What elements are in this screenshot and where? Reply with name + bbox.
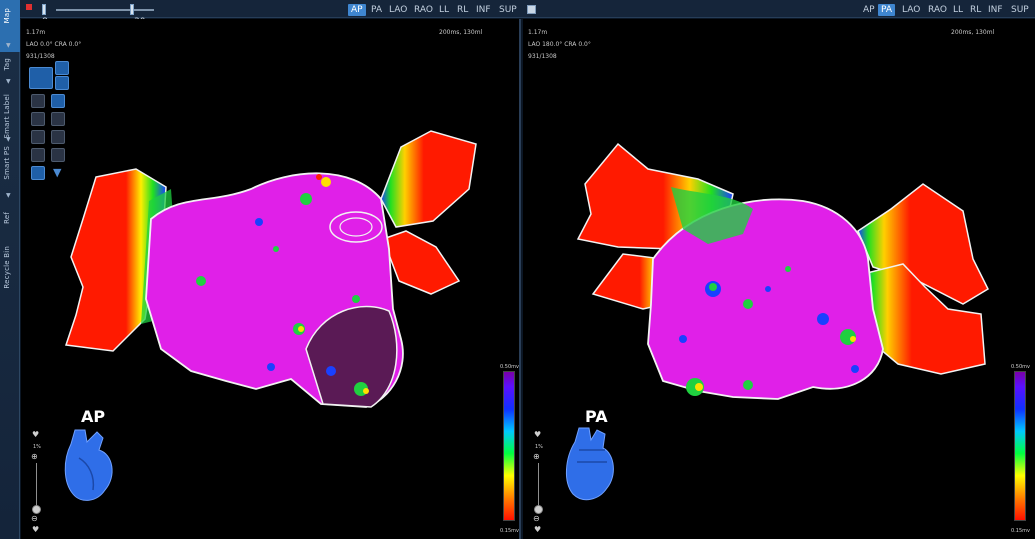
zoom-in-icon[interactable]: ⊕ [31,453,38,461]
sidebar-tab-smart-label[interactable]: Smart Label ▼ [0,92,20,143]
view-button-pa[interactable]: PA [878,4,896,16]
scale-min-label: 0.15mv [500,528,519,534]
chevron-down-icon: ▼ [6,78,11,85]
zoom-out-icon[interactable]: ⊖ [533,515,540,523]
sidebar-tab-map[interactable]: Map ▼ [0,0,20,52]
chevron-down-icon[interactable]: ▼ [53,166,61,179]
scale-max-label: 0.50mv [500,364,519,370]
sidebar-tab-label: Tag [3,58,11,71]
view-button-ap[interactable]: AP [348,4,366,16]
left-sidebar: Map ▼ Tag ▼ Smart Label ▼ Smart PS ▼ Ref… [0,0,20,539]
voltage-color-bar [503,371,515,521]
heart-orientation-icon[interactable] [59,424,119,504]
catheter-tool[interactable] [51,94,65,108]
view-button-lao[interactable]: LAO [899,4,923,16]
refresh-tool[interactable] [55,76,69,90]
threshold-slider[interactable] [56,9,154,11]
pen-tool[interactable] [51,112,65,126]
fill-tool[interactable] [51,148,65,162]
sidebar-tab-recycle-bin[interactable]: Recycle Bin [0,244,20,294]
view-button-ll[interactable]: LL [950,4,966,16]
map-display-tool[interactable] [29,67,53,89]
point-size-tool[interactable] [31,94,45,108]
heart-icon: ♥ [534,430,542,439]
view-button-pa[interactable]: PA [368,4,385,16]
chevron-down-icon: ▼ [6,42,11,49]
slider-max-handle[interactable] [130,4,134,15]
scale-min-label: 0.15mv [1011,528,1030,534]
rotate-tool[interactable] [55,61,69,75]
voltage-color-bar [1014,371,1026,521]
select-tool[interactable] [31,166,45,180]
zoom-knob[interactable] [32,505,41,514]
sidebar-tab-label: Smart PS [3,146,11,180]
zoom-in-icon[interactable]: ⊕ [533,453,540,461]
chevron-down-icon: ▼ [6,192,11,199]
zoom-percent: 1% [535,444,543,450]
annotate-tool[interactable] [31,112,45,126]
view-button-sup[interactable]: SUP [1008,4,1032,16]
mapping-app: Map ▼ Tag ▼ Smart Label ▼ Smart PS ▼ Ref… [0,0,1035,539]
top-toolbar: 8 30 AP PA LAO RAO LL RL INF SUP AP PA L… [20,0,1035,27]
map-viewport-right[interactable]: 1.17m LAO 180.0° CRA 0.0° 931/1308 200ms… [523,19,1035,539]
sidebar-tab-label: Map [3,8,11,24]
toggle-tool[interactable] [51,130,65,144]
close-icon[interactable] [26,4,32,10]
zoom-percent: 1% [33,444,41,450]
sidebar-tab-label: Recycle Bin [3,246,11,289]
pane-options-icon[interactable] [527,5,536,14]
view-button-rao[interactable]: RAO [411,4,436,16]
sidebar-tab-smart-ps[interactable]: Smart PS ▼ [0,142,20,200]
zoom-knob[interactable] [534,505,543,514]
eraser-tool[interactable] [31,148,45,162]
scissors-tool[interactable] [31,130,45,144]
heart-icon: ♥ [32,430,40,439]
view-button-rao[interactable]: RAO [925,4,950,16]
heart-icon: ♥ [534,525,542,534]
heart-orientation-icon[interactable] [561,424,621,504]
sidebar-tab-label: Ref [3,212,11,224]
view-button-ap[interactable]: AP [860,4,878,16]
slider-min-handle[interactable] [42,4,46,15]
scale-max-label: 0.50mv [1011,364,1030,370]
sidebar-tab-tag[interactable]: Tag ▼ [0,52,20,92]
view-button-inf[interactable]: INF [985,4,1006,16]
map-viewport-left[interactable]: 1.17m LAO 0.0° CRA 0.0° 931/1308 200ms, … [21,19,521,539]
view-button-lao[interactable]: LAO [386,4,410,16]
view-button-inf[interactable]: INF [473,4,494,16]
zoom-out-icon[interactable]: ⊖ [31,515,38,523]
heart-icon: ♥ [32,525,40,534]
sidebar-tab-label: Smart Label [3,94,11,139]
view-button-rl[interactable]: RL [967,4,984,16]
sidebar-tab-ref[interactable]: Ref [0,200,20,244]
view-button-sup[interactable]: SUP [496,4,520,16]
view-button-rl[interactable]: RL [454,4,471,16]
view-button-ll[interactable]: LL [436,4,452,16]
